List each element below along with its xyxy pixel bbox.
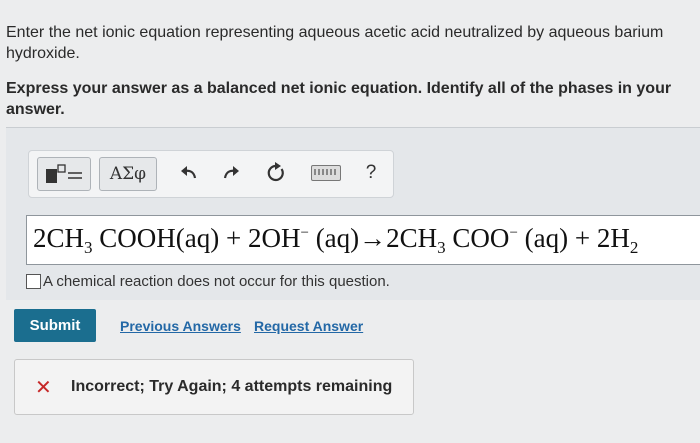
- equation-part: (aq)→2CH: [308, 223, 438, 253]
- reset-button[interactable]: [261, 157, 291, 189]
- equation-part: COOH(aq) + 2OH: [92, 223, 301, 253]
- redo-button[interactable]: [217, 157, 245, 189]
- equation-part: (aq) + 2H: [517, 223, 630, 253]
- math-toolbar: ΑΣφ ?: [28, 150, 394, 198]
- keyboard-shortcuts-button[interactable]: [309, 157, 343, 189]
- keyboard-icon: [311, 165, 341, 181]
- answer-instruction: Express your answer as a balanced net io…: [6, 80, 672, 118]
- feedback-text: Incorrect; Try Again; 4 attempts remaini…: [71, 378, 393, 395]
- request-answer-link[interactable]: Request Answer: [254, 318, 363, 334]
- incorrect-x-icon: ✕: [35, 376, 52, 399]
- submit-button[interactable]: Submit: [14, 309, 96, 342]
- equation-text: 2CH3 COOH(aq) + 2OH− (aq)→2CH3 COO− (aq)…: [33, 223, 638, 258]
- equation-subscript: 2: [629, 238, 639, 257]
- answer-panel: ΑΣφ ? 2CH3 COOH(aq) + 2OH− (aq)→2CH3 COO…: [6, 127, 700, 300]
- help-button[interactable]: ?: [357, 157, 385, 189]
- no-reaction-option[interactable]: A chemical reaction does not occur for t…: [26, 273, 390, 290]
- no-reaction-label: A chemical reaction does not occur for t…: [43, 273, 390, 290]
- templates-button[interactable]: [37, 157, 91, 191]
- redo-icon: [223, 166, 239, 179]
- equation-superscript: −: [300, 225, 309, 241]
- previous-answers-link[interactable]: Previous Answers: [120, 318, 241, 334]
- answer-input[interactable]: 2CH3 COOH(aq) + 2OH− (aq)→2CH3 COO− (aq)…: [26, 215, 700, 265]
- question-prompt: Enter the net ionic equation representin…: [6, 24, 664, 62]
- undo-icon: [181, 166, 197, 179]
- equation-subscript: 3: [437, 238, 446, 257]
- reset-icon: [267, 162, 284, 182]
- no-reaction-checkbox[interactable]: [26, 274, 41, 289]
- equation-part: 2CH: [33, 223, 85, 253]
- equation-subscript: 3: [84, 238, 93, 257]
- equation-superscript: −: [509, 225, 518, 241]
- feedback-message: ✕ Incorrect; Try Again; 4 attempts remai…: [14, 359, 414, 415]
- undo-button[interactable]: [175, 157, 203, 189]
- templates-icon: [46, 164, 82, 183]
- greek-symbols-button[interactable]: ΑΣφ: [99, 157, 157, 191]
- equation-part: COO: [445, 223, 510, 253]
